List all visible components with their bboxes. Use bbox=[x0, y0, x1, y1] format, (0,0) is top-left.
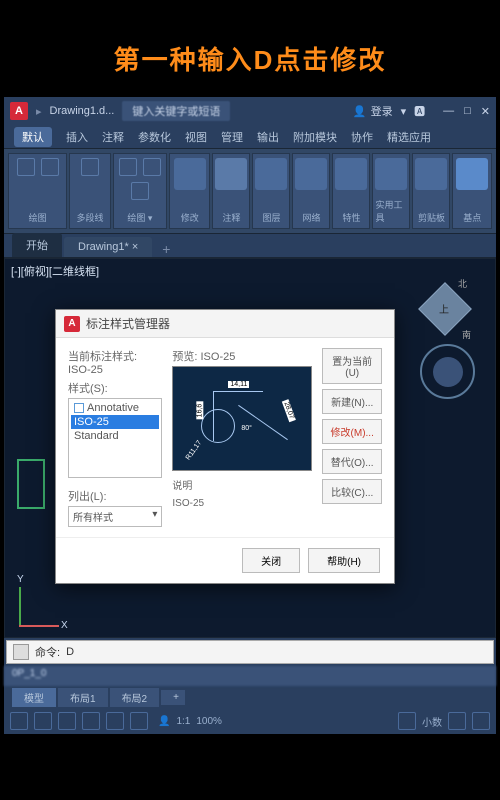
status-ortho-icon[interactable] bbox=[58, 712, 76, 730]
close-button[interactable]: ✕ bbox=[481, 105, 490, 118]
layout-tabs: 模型 布局1 布局2 + bbox=[4, 686, 496, 708]
command-prompt: 命令: bbox=[35, 644, 60, 660]
menu-addins[interactable]: 附加模块 bbox=[293, 129, 337, 145]
menu-default[interactable]: 默认 bbox=[14, 127, 52, 147]
menu-parametric[interactable]: 参数化 bbox=[138, 129, 171, 145]
ribbon-panel-props[interactable]: 特性 bbox=[332, 153, 370, 229]
layout-add[interactable]: + bbox=[161, 690, 185, 705]
menu-annotate[interactable]: 注释 bbox=[102, 129, 124, 145]
app-logo[interactable]: A bbox=[10, 102, 28, 120]
nav-wheel[interactable] bbox=[420, 344, 475, 399]
override-button[interactable]: 替代(O)... bbox=[322, 449, 382, 474]
annotative-icon bbox=[74, 403, 84, 413]
view-label[interactable]: [-][俯视][二维线框] bbox=[11, 263, 99, 279]
document-title: Drawing1.d... bbox=[50, 105, 115, 117]
style-listbox[interactable]: Annotative ISO-25 Standard bbox=[68, 398, 162, 478]
tutorial-caption: 第一种输入D点击修改 bbox=[0, 0, 500, 97]
command-line[interactable]: 命令: D bbox=[6, 640, 494, 664]
dropdown-icon[interactable]: ▾ bbox=[401, 105, 407, 118]
status-grid-icon[interactable] bbox=[10, 712, 28, 730]
layout-1[interactable]: 布局1 bbox=[58, 688, 108, 707]
ribbon-panel-draw[interactable]: 绘图 bbox=[8, 153, 67, 229]
dialog-help-button[interactable]: 帮助(H) bbox=[308, 548, 380, 573]
dialog-close-button[interactable]: 关闭 bbox=[242, 548, 300, 573]
command-history: 0P_1_0 bbox=[4, 666, 496, 686]
list-label: 列出(L): bbox=[68, 488, 162, 504]
dialog-logo-icon: A bbox=[64, 316, 80, 332]
status-units[interactable]: 小数 bbox=[422, 714, 442, 729]
style-iso25[interactable]: ISO-25 bbox=[71, 415, 159, 429]
ribbon-panel-utils[interactable]: 实用工具 bbox=[372, 153, 410, 229]
style-annotative[interactable]: Annotative bbox=[71, 401, 159, 415]
current-style-label: 当前标注样式: ISO-25 bbox=[68, 348, 162, 376]
user-icon: 👤 bbox=[353, 105, 367, 118]
tab-start[interactable]: 开始 bbox=[12, 233, 62, 257]
ribbon-panel-clipboard[interactable]: 剪贴板 bbox=[412, 153, 450, 229]
ribbon-panel-modify[interactable]: 修改 bbox=[169, 153, 210, 229]
search-hint[interactable]: 键入关键字或短语 bbox=[122, 101, 230, 121]
app-icon[interactable]: 🅰 bbox=[414, 103, 425, 119]
tab-drawing1[interactable]: Drawing1* × bbox=[64, 237, 152, 257]
ribbon-tabs: 默认 插入 注释 参数化 视图 管理 输出 附加模块 协作 精选应用 bbox=[4, 125, 496, 149]
tab-close-icon[interactable]: × bbox=[132, 241, 138, 253]
view-cube[interactable]: 上 北 南 bbox=[415, 279, 475, 339]
command-icon[interactable] bbox=[13, 644, 29, 660]
menu-manage[interactable]: 管理 bbox=[221, 129, 243, 145]
status-osnap-icon[interactable] bbox=[106, 712, 124, 730]
desc-value: ISO-25 bbox=[172, 498, 312, 509]
menu-view[interactable]: 视图 bbox=[185, 129, 207, 145]
status-gear-icon[interactable] bbox=[448, 712, 466, 730]
ribbon-panel-layers[interactable]: 图层 bbox=[252, 153, 290, 229]
new-button[interactable]: 新建(N)... bbox=[322, 389, 382, 414]
dialog-title: 标注样式管理器 bbox=[86, 315, 170, 332]
drawing-canvas[interactable]: [-][俯视][二维线框] 上 北 南 Y X A 标注样式管理器 当前标注样式… bbox=[4, 258, 496, 638]
document-tabs: 开始 Drawing1* × + bbox=[4, 234, 496, 258]
user-label: 登录 bbox=[371, 103, 393, 119]
layout-2[interactable]: 布局2 bbox=[110, 688, 160, 707]
status-polar-icon[interactable] bbox=[82, 712, 100, 730]
status-scale[interactable]: 1:1 bbox=[176, 716, 190, 727]
new-tab-button[interactable]: + bbox=[154, 241, 178, 257]
compare-button[interactable]: 比较(C)... bbox=[322, 479, 382, 504]
menu-output[interactable]: 输出 bbox=[257, 129, 279, 145]
status-menu-icon[interactable] bbox=[472, 712, 490, 730]
modify-button[interactable]: 修改(M)... bbox=[322, 419, 382, 444]
menu-collab[interactable]: 协作 bbox=[351, 129, 373, 145]
title-bar: A ▸ Drawing1.d... 键入关键字或短语 👤 登录 ▾ 🅰 — □ … bbox=[4, 97, 496, 125]
ribbon-panel-draw2[interactable]: 绘图 ▾ bbox=[113, 153, 167, 229]
selection-rect bbox=[17, 459, 45, 509]
user-login[interactable]: 👤 登录 bbox=[353, 103, 393, 119]
set-current-button[interactable]: 置为当前(U) bbox=[322, 348, 382, 384]
ribbon: 绘图 多段线 绘图 ▾ 修改 注释 图层 网络 特性 实用工具 剪贴板 基点 bbox=[4, 149, 496, 234]
status-zoom[interactable]: 100% bbox=[196, 716, 222, 727]
ribbon-panel-base[interactable]: 基点 bbox=[452, 153, 492, 229]
status-otrack-icon[interactable] bbox=[130, 712, 148, 730]
styles-label: 样式(S): bbox=[68, 380, 162, 396]
status-snap-icon[interactable] bbox=[34, 712, 52, 730]
status-bar: 👤 1:1 100% 小数 bbox=[4, 708, 496, 734]
dialog-titlebar[interactable]: A 标注样式管理器 bbox=[56, 310, 394, 338]
list-combo[interactable]: 所有样式▾ bbox=[68, 506, 162, 527]
chevron-down-icon: ▾ bbox=[152, 509, 157, 524]
menu-insert[interactable]: 插入 bbox=[66, 129, 88, 145]
dimstyle-preview: 14,11 16,6 28,07 80° R11,17 bbox=[172, 366, 312, 471]
autocad-window: A ▸ Drawing1.d... 键入关键字或短语 👤 登录 ▾ 🅰 — □ … bbox=[4, 97, 496, 734]
minimize-button[interactable]: — bbox=[443, 105, 454, 118]
status-misc-icon[interactable] bbox=[398, 712, 416, 730]
desc-label: 说明 bbox=[172, 477, 312, 492]
ribbon-panel-block[interactable]: 网络 bbox=[292, 153, 330, 229]
nav-arrow-icon[interactable]: ▸ bbox=[36, 105, 42, 118]
maximize-button[interactable]: □ bbox=[464, 105, 471, 118]
layout-model[interactable]: 模型 bbox=[12, 688, 56, 707]
ribbon-panel-polyline[interactable]: 多段线 bbox=[69, 153, 110, 229]
preview-label: 预览: ISO-25 bbox=[172, 348, 312, 364]
command-input[interactable]: D bbox=[66, 646, 74, 658]
ribbon-panel-annotate[interactable]: 注释 bbox=[212, 153, 250, 229]
style-standard[interactable]: Standard bbox=[71, 429, 159, 443]
dimstyle-dialog: A 标注样式管理器 当前标注样式: ISO-25 样式(S): Annotati… bbox=[55, 309, 395, 584]
menu-featured[interactable]: 精选应用 bbox=[387, 129, 431, 145]
